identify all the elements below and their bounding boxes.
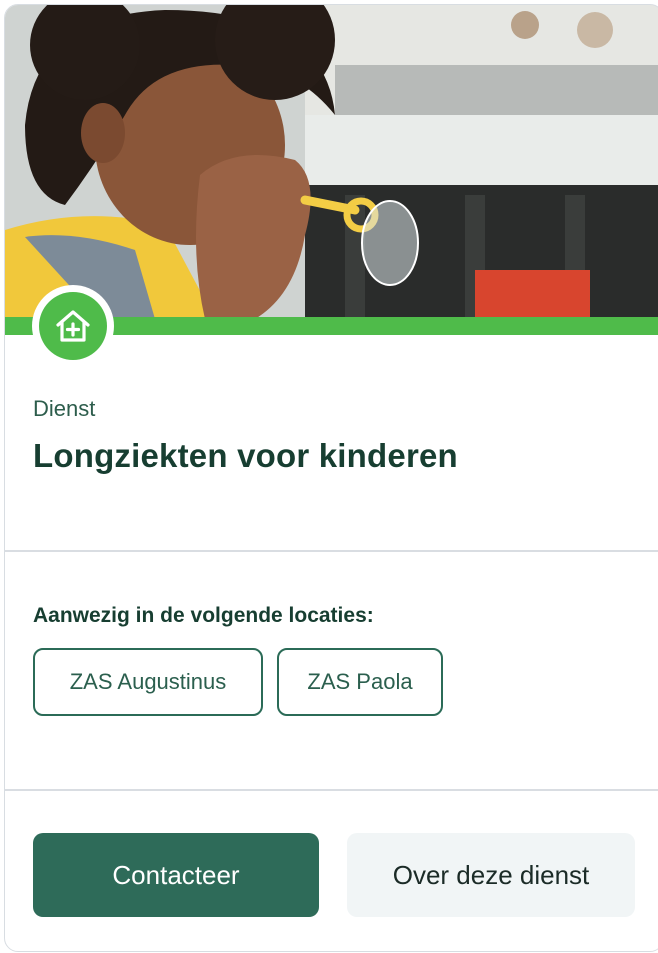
- service-badge: [32, 285, 114, 367]
- contact-button[interactable]: Contacteer: [33, 833, 319, 917]
- locations-heading: Aanwezig in de volgende locaties:: [33, 604, 374, 627]
- about-service-button[interactable]: Over deze dienst: [347, 833, 635, 917]
- service-card: Dienst Longziekten voor kinderen Aanwezi…: [4, 4, 658, 952]
- service-title: Longziekten voor kinderen: [33, 437, 458, 474]
- hero-image: [5, 5, 658, 319]
- service-category: Dienst: [33, 396, 96, 421]
- house-plus-icon: [39, 292, 107, 360]
- location-chip-paola[interactable]: ZAS Paola: [277, 648, 443, 716]
- divider: [5, 550, 658, 552]
- divider: [5, 789, 658, 791]
- location-chip-augustinus[interactable]: ZAS Augustinus: [33, 648, 263, 716]
